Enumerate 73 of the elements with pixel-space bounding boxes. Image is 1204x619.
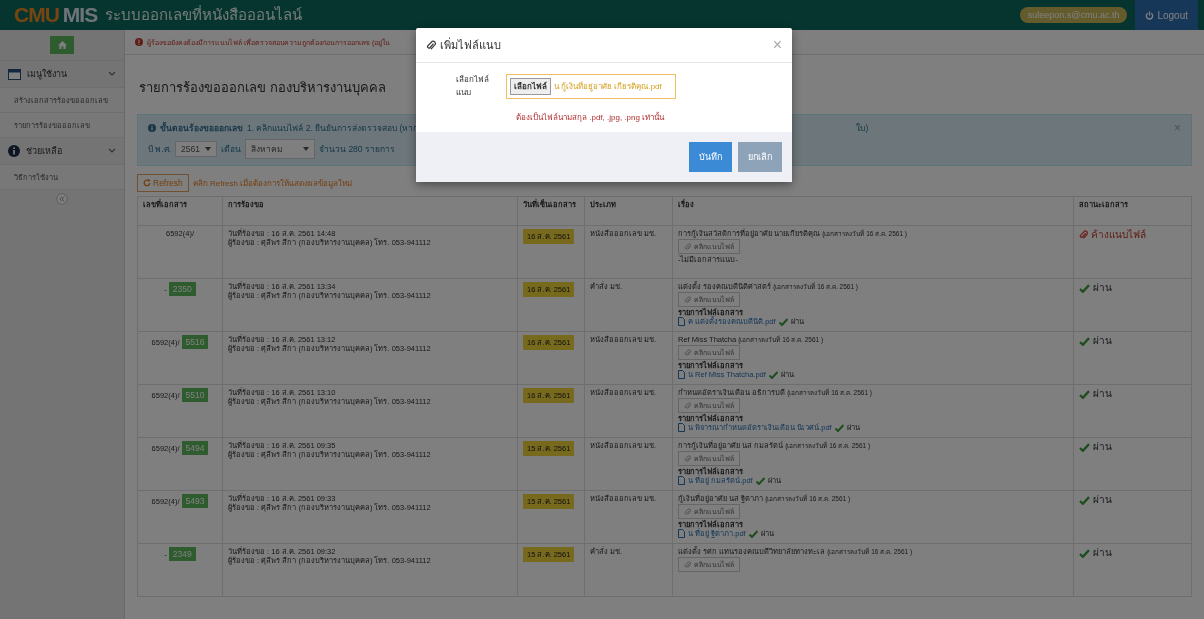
close-button[interactable]: × — [772, 36, 782, 54]
check-icon — [1079, 442, 1090, 452]
file-icon — [678, 529, 685, 538]
paperclip-icon — [1079, 230, 1088, 240]
file-type-hint: ต้องเป็นไฟล์นามสกุล .pdf, .jpg, .png เท่านั้น — [516, 111, 666, 124]
refresh-button[interactable]: Refresh — [137, 174, 189, 192]
save-button[interactable]: บันทึก — [689, 142, 732, 172]
check-icon — [834, 423, 844, 432]
year-label: ปี พ.ศ. — [148, 143, 172, 156]
paperclip-icon — [684, 507, 691, 516]
document-status: ผ่าน — [1093, 441, 1112, 453]
year-select[interactable]: 2561 — [175, 141, 217, 157]
info-icon — [148, 124, 156, 132]
document-status: ค้างแนบไฟล์ — [1091, 229, 1146, 241]
number-badge: 5510 — [181, 388, 209, 403]
document-status: ผ่าน — [1093, 335, 1112, 347]
power-icon — [1145, 10, 1155, 20]
number-badge: 2350 — [168, 282, 196, 297]
alert-icon — [135, 38, 143, 46]
number-badge: 5493 — [181, 494, 209, 509]
home-icon — [57, 41, 67, 49]
file-icon — [678, 370, 685, 379]
number-badge: 2349 — [168, 547, 196, 562]
check-icon — [1079, 495, 1090, 505]
check-icon — [768, 370, 778, 379]
check-icon — [755, 476, 765, 485]
document-status: ผ่าน — [1093, 547, 1112, 559]
user-email[interactable]: suleepon.s@cmu.ac.th — [1019, 7, 1128, 23]
paperclip-icon — [684, 348, 691, 357]
alert-heading: ขั้นตอนร้องขอออกเลข — [160, 121, 243, 135]
close-button[interactable]: × — [1174, 121, 1181, 135]
chevron-icon — [108, 148, 116, 154]
file-icon — [678, 317, 685, 326]
month-label: เดือน — [221, 143, 241, 156]
paperclip-icon — [684, 401, 691, 410]
document-status: ผ่าน — [1093, 494, 1112, 506]
check-icon — [1079, 336, 1090, 346]
chevron-icon — [108, 71, 116, 77]
collapse-icon[interactable] — [56, 193, 68, 205]
paperclip-icon — [684, 560, 691, 569]
document-status: ผ่าน — [1093, 282, 1112, 294]
alert-text: ใบ) — [856, 122, 869, 135]
alert-text: 1. คลิกแนบไฟล์ 2. ยืนยันการส่งตรวจสอบ (หาก — [247, 122, 419, 135]
info-icon — [8, 145, 20, 157]
check-icon — [1079, 283, 1090, 293]
paperclip-icon — [684, 242, 691, 251]
check-icon — [1079, 548, 1090, 558]
paperclip-icon — [684, 295, 691, 304]
home-button[interactable] — [50, 36, 74, 54]
paperclip-icon — [684, 454, 691, 463]
check-icon — [748, 529, 758, 538]
field-label: เลือกไฟล์แนบ — [456, 74, 490, 99]
calendar-icon — [8, 68, 21, 80]
check-icon — [778, 317, 788, 326]
file-input[interactable]: เลือกไฟล์ น กู้เงินที่อยู่อาศัย เกียรติคุณ.pdf — [506, 73, 676, 99]
check-icon — [1079, 389, 1090, 399]
dialog-title: เพิ่มไฟล์แนบ — [440, 36, 501, 53]
number-badge: 5494 — [181, 441, 209, 456]
file-icon — [678, 476, 685, 485]
refresh-hint: คลิก Refresh เมื่อต้องการให้แสดงผลข้อมูลใหม่ — [192, 177, 353, 190]
record-count: จำนวน 280 รายการ — [319, 143, 395, 156]
brand-logo[interactable]: CMU MIS — [14, 3, 98, 27]
logout-button[interactable]: Logout — [1135, 0, 1198, 30]
document-status: ผ่าน — [1093, 388, 1112, 400]
app-title: ระบบออกเลขที่หนังสือออนไลน์ — [105, 4, 303, 25]
dropdown-icon — [303, 147, 309, 151]
number-badge: 5516 — [181, 335, 209, 350]
page-title: รายการร้องขอออกเลข กองบริหารงานบุคคล — [139, 79, 386, 98]
refresh-icon — [143, 179, 151, 187]
dropdown-icon — [205, 147, 211, 151]
paperclip-icon — [426, 39, 436, 51]
month-select[interactable]: สิงหาคม — [245, 139, 315, 159]
file-icon — [678, 423, 685, 432]
